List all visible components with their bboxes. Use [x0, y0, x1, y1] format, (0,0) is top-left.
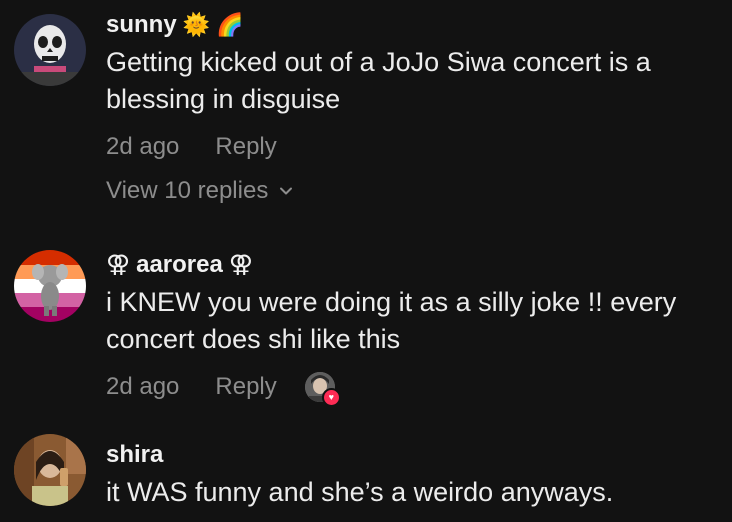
username-text[interactable]: sunny — [106, 10, 177, 40]
comment-text: it WAS funny and she’s a weirdo anyways. — [106, 477, 614, 507]
rainbow-icon: 🌈 — [216, 12, 244, 37]
sun-icon: 🌞 — [182, 12, 211, 37]
avatar[interactable] — [14, 14, 86, 86]
username[interactable]: ⚢ aarorea ⚢ — [106, 250, 722, 280]
timestamp: 2d ago — [106, 133, 180, 160]
comment-meta: 2d ago Reply — [106, 132, 722, 162]
avatar[interactable] — [14, 434, 86, 506]
heart-icon: ♥ — [321, 388, 341, 407]
view-replies-label: View 10 replies — [106, 177, 269, 204]
comment-body: sunny 🌞 🌈 Getting kicked out of a JoJo S… — [106, 10, 722, 206]
comment-meta: 2d ago Reply ♥ — [106, 372, 722, 407]
comment-body: shira it WAS funny and she’s a weirdo an… — [106, 440, 722, 511]
lesbian-symbol-icon: ⚢ — [106, 251, 131, 278]
username[interactable]: sunny 🌞 🌈 — [106, 10, 722, 40]
comment-text: Getting kicked out of a JoJo Siwa concer… — [106, 47, 651, 114]
avatar[interactable] — [14, 250, 86, 322]
lesbian-symbol-icon: ⚢ — [228, 251, 253, 278]
timestamp: 2d ago — [106, 373, 180, 400]
username-text[interactable]: aarorea — [136, 250, 223, 280]
reply-button[interactable]: Reply — [215, 372, 276, 402]
comment-body: ⚢ aarorea ⚢ i KNEW you were doing it as … — [106, 250, 722, 407]
username[interactable]: shira — [106, 440, 722, 470]
creator-liked-badge: ♥ — [304, 372, 341, 407]
view-replies-button[interactable]: View 10 replies — [106, 176, 722, 206]
chevron-down-icon — [280, 187, 293, 195]
username-text[interactable]: shira — [106, 440, 163, 470]
reply-button[interactable]: Reply — [215, 132, 276, 162]
comment-text: i KNEW you were doing it as a silly joke… — [106, 287, 677, 354]
